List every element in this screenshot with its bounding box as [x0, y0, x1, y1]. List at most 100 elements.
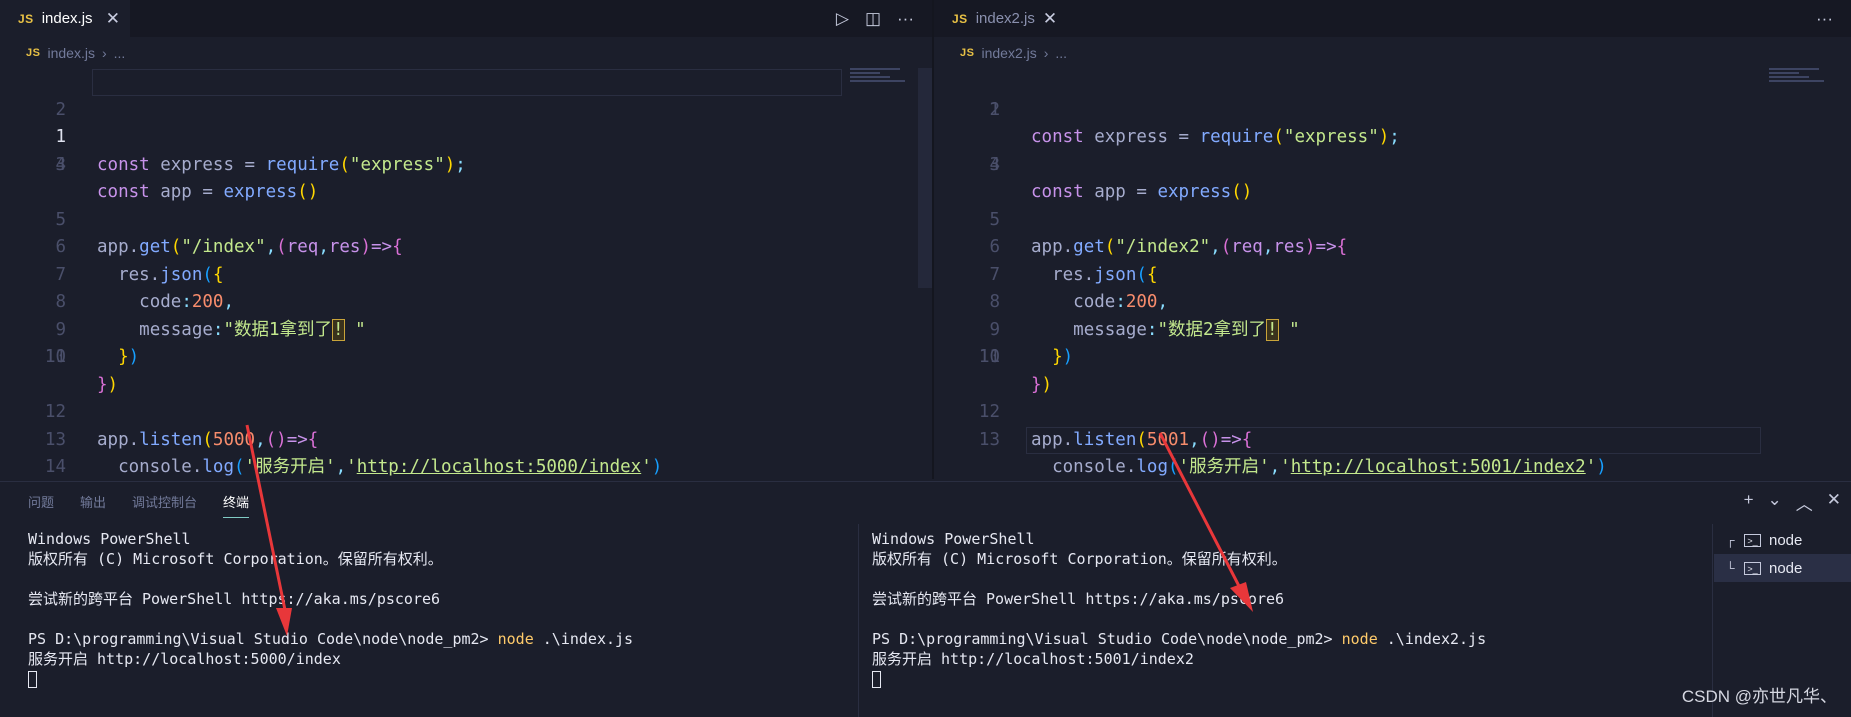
- code-line: 13 console.log('服务开启','http://localhost:…: [934, 399, 1851, 478]
- tab-index-js[interactable]: JS index.js ✕: [0, 0, 130, 37]
- tree-mark: └: [1726, 561, 1735, 575]
- terminal-command: node: [497, 630, 534, 648]
- terminal-label: node: [1769, 531, 1803, 549]
- terminal-line: 版权所有 (C) Microsoft Corporation。保留所有权利。: [872, 550, 1287, 568]
- terminal-line: 尝试新的跨平台 PowerShell https://aka.ms/pscore…: [872, 590, 1285, 608]
- terminal-prompt: PS D:\programming\Visual Studio Code\nod…: [28, 630, 498, 648]
- terminal-line: 尝试新的跨平台 PowerShell https://aka.ms/pscore…: [28, 590, 441, 608]
- bottom-panel: 问题 输出 调试控制台 终端 + ⌄ ︿ ✕ Windows PowerShel…: [0, 481, 1851, 717]
- code-line: 3 const app = express(): [934, 124, 1851, 203]
- code-token: log: [1136, 457, 1168, 477]
- left-tab-bar: JS index.js ✕ ▷ ◫ ···: [0, 0, 932, 37]
- terminal-line: PS D:\programming\Visual Studio Code\nod…: [872, 629, 1486, 649]
- tab-problems[interactable]: 问题: [28, 492, 54, 518]
- url-link[interactable]: http://localhost:5001/index2: [1291, 457, 1586, 477]
- close-icon[interactable]: ✕: [1827, 490, 1841, 515]
- code-line: 1 const express = require("express");: [934, 69, 1851, 148]
- terminal-command: node: [1341, 630, 1378, 648]
- line-number: 2: [55, 99, 66, 120]
- terminal-prompt: PS D:\programming\Visual Studio Code\nod…: [872, 630, 1342, 648]
- code-token: (: [1167, 457, 1179, 477]
- code-token: ): [1596, 457, 1607, 477]
- code-token: log: [202, 457, 234, 477]
- code-line: 8 message:"数据2拿到了! ": [934, 262, 1851, 341]
- breadcrumb-rest[interactable]: ...: [114, 45, 126, 61]
- breadcrumb-rest[interactable]: ...: [1055, 45, 1067, 61]
- terminal-split-divider[interactable]: [858, 524, 859, 717]
- code-line: 6 res.json({: [0, 207, 932, 285]
- terminal-line: Windows PowerShell: [28, 530, 191, 548]
- run-icon[interactable]: ▷: [836, 9, 849, 29]
- watermark: CSDN @亦世凡华、: [1681, 687, 1837, 706]
- right-editor-pane: JS index2.js ✕ ··· JS index2.js › ... 1 …: [934, 0, 1851, 479]
- url-link[interactable]: http://localhost:5000/index: [357, 457, 641, 477]
- code-line: 12 app.listen(5001,()=>{: [934, 372, 1851, 450]
- terminal-list-item[interactable]: └ >_ node: [1714, 554, 1851, 582]
- code-token: ): [651, 457, 663, 477]
- code-line: 4: [0, 152, 932, 180]
- code-line: 2: [0, 97, 932, 125]
- right-tab-bar: JS index2.js ✕ ···: [934, 0, 1851, 37]
- split-editor-icon[interactable]: ◫: [865, 9, 881, 29]
- code-line: 9 }): [934, 289, 1851, 368]
- code-line: 11: [934, 344, 1851, 372]
- tree-mark: ┌: [1726, 533, 1735, 547]
- terminal-line: 版权所有 (C) Microsoft Corporation。保留所有权利。: [28, 550, 443, 568]
- line-number: 4: [55, 154, 66, 175]
- code-line: 13 console.log('服务开启','http://localhost:…: [0, 399, 932, 478]
- terminal-right[interactable]: Windows PowerShell 版权所有 (C) Microsoft Cor…: [872, 529, 1486, 689]
- breadcrumb-file[interactable]: index.js: [47, 45, 94, 61]
- maximize-panel-icon[interactable]: ︿: [1796, 490, 1813, 515]
- code-token: ': [1280, 457, 1291, 477]
- left-editor-pane: JS index.js ✕ ▷ ◫ ··· JS index.js › ... …: [0, 0, 932, 479]
- code-token: (: [233, 457, 245, 477]
- close-icon[interactable]: ✕: [106, 9, 120, 29]
- current-line-highlight: [92, 69, 842, 96]
- chevron-down-icon[interactable]: ⌄: [1768, 490, 1782, 515]
- tab-debug-console[interactable]: 调试控制台: [132, 492, 197, 518]
- terminal-icon: >_: [1744, 561, 1761, 575]
- terminal-line: 服务开启 http://localhost:5000/index: [28, 650, 341, 668]
- terminal-line: PS D:\programming\Visual Studio Code\nod…: [28, 629, 633, 649]
- code-line: 9 }): [0, 289, 932, 368]
- more-actions-icon[interactable]: ···: [1816, 9, 1833, 29]
- js-file-icon: JS: [18, 11, 34, 26]
- add-terminal-icon[interactable]: +: [1744, 490, 1754, 515]
- editor-actions: ▷ ◫ ···: [836, 0, 914, 37]
- terminal-cursor: [28, 671, 37, 688]
- code-line: 7 code:200,: [934, 234, 1851, 313]
- terminal-args: .\index.js: [533, 630, 634, 648]
- code-line: 1 const express = require("express");: [0, 69, 932, 175]
- tab-label: index.js: [41, 10, 93, 27]
- code-line: 10 }): [934, 317, 1851, 395]
- code-line: 7 code:200,: [0, 234, 932, 313]
- terminal-args: .\index2.js: [1377, 630, 1487, 648]
- tab-terminal[interactable]: 终端: [223, 492, 250, 518]
- chevron-right-icon: ›: [1043, 45, 1049, 61]
- code-editor[interactable]: 1 const express = require("express"); 2 …: [0, 69, 932, 478]
- close-icon[interactable]: ✕: [1043, 9, 1057, 29]
- code-line: 5 app.get("/index",(req,res)=>{: [0, 179, 932, 258]
- tab-index2-js[interactable]: JS index2.js ✕: [934, 0, 1064, 37]
- code-token: ,: [335, 457, 347, 477]
- terminal-cursor: [872, 671, 881, 688]
- terminal-list-item[interactable]: ┌ >_ node: [1714, 526, 1851, 554]
- code-editor[interactable]: 1 const express = require("express"); 2 …: [934, 69, 1851, 478]
- terminal-left[interactable]: Windows PowerShell 版权所有 (C) Microsoft Cor…: [28, 529, 633, 689]
- code-token: ,: [1269, 457, 1281, 477]
- code-line: 8 message:"数据1拿到了! ": [0, 262, 932, 341]
- code-token: ': [346, 457, 357, 477]
- code-line: 2: [934, 97, 1851, 125]
- tab-output[interactable]: 输出: [80, 492, 106, 518]
- more-actions-icon[interactable]: ···: [897, 9, 914, 29]
- breadcrumb-file[interactable]: index2.js: [981, 45, 1036, 61]
- chevron-right-icon: ›: [101, 45, 107, 61]
- code-line: 14 }): [934, 426, 1851, 455]
- editor-area: JS index.js ✕ ▷ ◫ ··· JS index.js › ... …: [0, 0, 1851, 479]
- line-number: 2: [989, 99, 1000, 120]
- js-file-icon: JS: [960, 47, 975, 59]
- code-token: ': [641, 457, 652, 477]
- breadcrumb: JS index.js › ...: [0, 42, 125, 64]
- terminal-list: ┌ >_ node └ >_ node: [1714, 526, 1851, 582]
